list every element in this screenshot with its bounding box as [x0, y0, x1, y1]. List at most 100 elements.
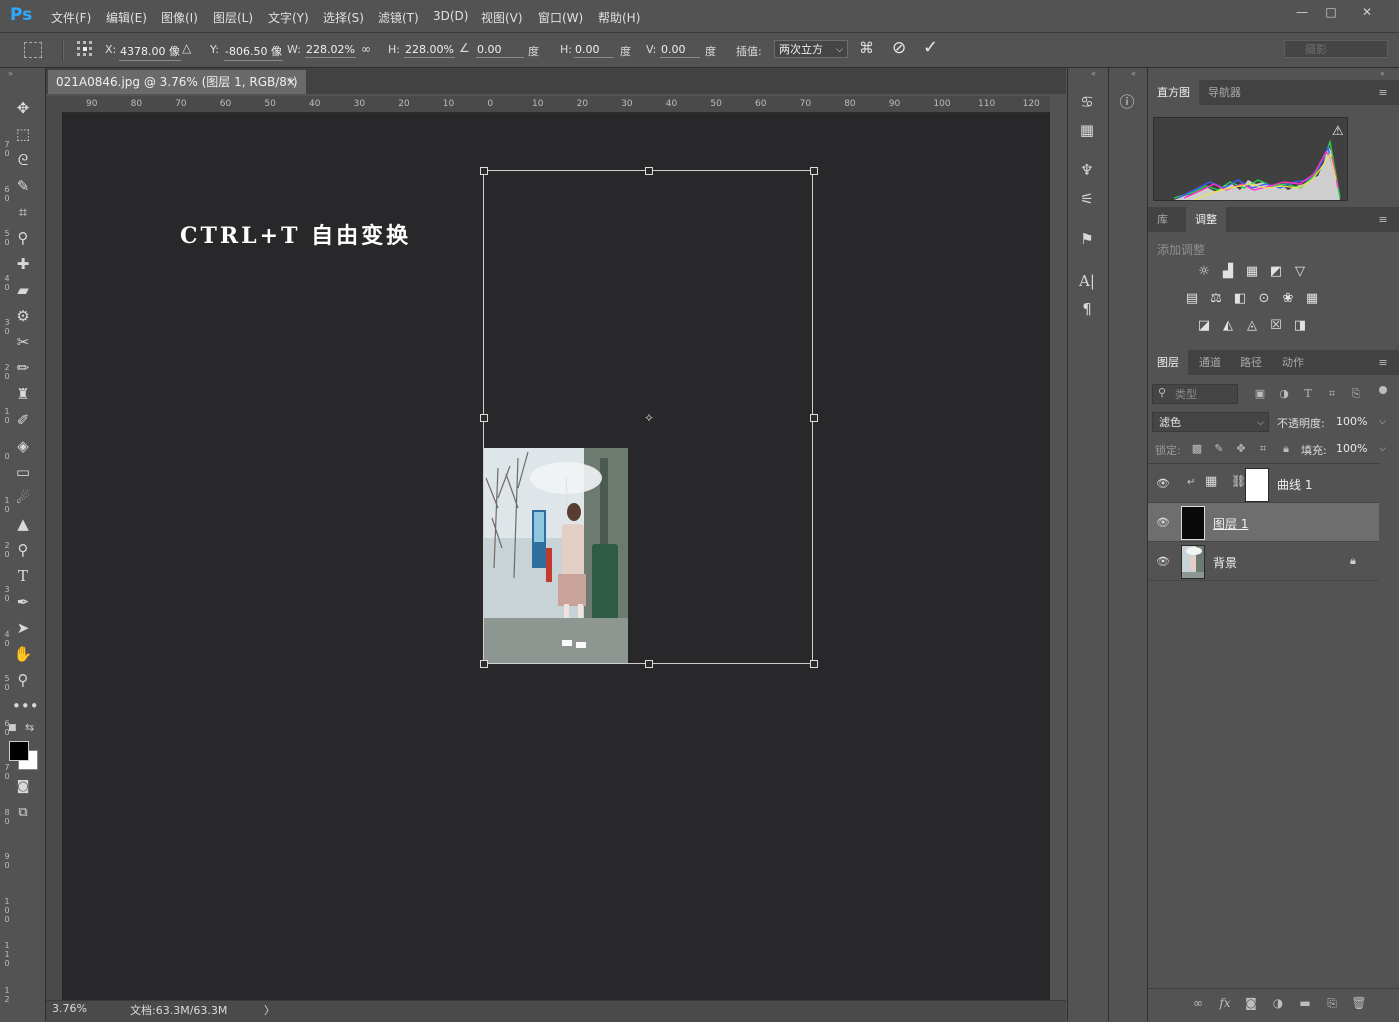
- clone-stamp-tool-icon[interactable]: ♜: [12, 383, 34, 405]
- healing-tool-icon[interactable]: ✚: [12, 253, 34, 275]
- document-tab[interactable]: 021A0846.jpg @ 3.76% (图层 1, RGB/8*) * ×: [48, 70, 306, 113]
- link-icon[interactable]: ∞: [361, 42, 371, 56]
- clone-source-icon[interactable]: ⚑: [1075, 228, 1099, 250]
- transform-handle-left[interactable]: [480, 414, 488, 422]
- add-mask-icon[interactable]: ◙: [1242, 995, 1260, 1011]
- transform-center-icon[interactable]: ✧: [643, 412, 655, 424]
- filter-adjustment-icon[interactable]: ◑: [1275, 386, 1293, 402]
- transform-handle-top-left[interactable]: [480, 167, 488, 175]
- minimize-button[interactable]: —: [1291, 4, 1313, 20]
- visibility-eye-icon[interactable]: 👁︎: [1155, 515, 1171, 531]
- collapse-toolbar-icon[interactable]: »: [8, 69, 13, 78]
- status-menu-icon[interactable]: 〉: [264, 1002, 275, 1018]
- filter-pixel-icon[interactable]: ▣: [1251, 386, 1269, 402]
- color-balance-icon[interactable]: ⚖: [1207, 291, 1225, 307]
- layer-mask-thumbnail[interactable]: [1245, 468, 1269, 502]
- menu-filter[interactable]: 滤镜(T): [378, 9, 419, 26]
- vskew-field[interactable]: 0.00: [660, 43, 700, 58]
- interpolation-select[interactable]: 两次立方 ⌵: [774, 40, 848, 58]
- eraser-tool-icon[interactable]: ◈: [12, 435, 34, 457]
- hskew-field[interactable]: 0.00: [574, 43, 614, 58]
- visibility-eye-icon[interactable]: 👁︎: [1155, 476, 1171, 492]
- threshold-icon[interactable]: ◬: [1243, 318, 1261, 334]
- zoom-level[interactable]: 3.76%: [52, 1002, 87, 1015]
- w-field[interactable]: 228.02%: [305, 43, 356, 58]
- dodge-tool-icon[interactable]: ⚲: [12, 539, 34, 561]
- y-field[interactable]: -806.50 像: [224, 43, 283, 61]
- lasso-tool-icon[interactable]: ᘓ: [12, 149, 34, 171]
- collapse-dock-2-icon[interactable]: «: [1131, 69, 1136, 78]
- link-layers-icon[interactable]: ∞: [1189, 995, 1207, 1011]
- lock-artboard-icon[interactable]: ⌗: [1254, 441, 1272, 457]
- hand-tool-icon[interactable]: ✋: [12, 643, 34, 665]
- tab-histogram[interactable]: 直方图: [1148, 80, 1199, 105]
- color-panel-icon[interactable]: ♋: [1075, 91, 1099, 113]
- photo-filter-icon[interactable]: ⊙: [1255, 291, 1273, 307]
- menu-select[interactable]: 选择(S): [323, 9, 364, 26]
- marquee-tool-icon[interactable]: ⬚: [12, 123, 34, 145]
- tab-navigator[interactable]: 导航器: [1199, 80, 1250, 105]
- paint-brush-tool-icon[interactable]: ✏: [12, 357, 34, 379]
- layers-menu-icon[interactable]: ≡: [1376, 357, 1390, 368]
- layer-name[interactable]: 曲线 1: [1277, 476, 1312, 493]
- quick-select-tool-icon[interactable]: ✎: [12, 175, 34, 197]
- tab-adjustments[interactable]: 调整: [1186, 207, 1226, 232]
- new-adjustment-icon[interactable]: ◑: [1269, 995, 1287, 1011]
- swatches-panel-icon[interactable]: ▦: [1075, 119, 1099, 141]
- history-brush-tool-icon[interactable]: ✂: [12, 331, 34, 353]
- histogram-menu-icon[interactable]: ≡: [1376, 87, 1390, 98]
- adjustments-menu-icon[interactable]: ≡: [1376, 214, 1390, 225]
- warp-icon[interactable]: ⌘: [859, 39, 874, 57]
- transform-handle-right[interactable]: [810, 414, 818, 422]
- transform-handle-bottom-right[interactable]: [810, 660, 818, 668]
- tab-layers[interactable]: 图层: [1148, 350, 1188, 375]
- reference-point-icon[interactable]: [76, 40, 94, 58]
- layer-name[interactable]: 图层 1: [1213, 515, 1248, 532]
- sharpen-tool-icon[interactable]: ▲: [12, 513, 34, 535]
- tab-paths[interactable]: 路径: [1231, 350, 1271, 375]
- angle-field[interactable]: 0.00: [476, 43, 524, 58]
- character-panel-icon[interactable]: A|: [1075, 270, 1099, 292]
- mask-link-icon[interactable]: ⛓: [1231, 474, 1246, 488]
- transform-handle-top[interactable]: [645, 167, 653, 175]
- move-tool-icon[interactable]: ✥: [12, 97, 34, 119]
- tab-actions[interactable]: 动作: [1273, 350, 1313, 375]
- filter-toggle-icon[interactable]: [1379, 386, 1387, 394]
- vertical-ruler[interactable]: [46, 112, 63, 1000]
- menu-edit[interactable]: 编辑(E): [106, 9, 147, 26]
- x-field[interactable]: 4378.00 像: [119, 43, 181, 61]
- tab-channels[interactable]: 通道: [1190, 350, 1230, 375]
- new-layer-icon[interactable]: ⎘: [1323, 995, 1341, 1011]
- transform-handle-bottom[interactable]: [645, 660, 653, 668]
- art-history-tool-icon[interactable]: ✐: [12, 409, 34, 431]
- hue-saturation-icon[interactable]: ▤: [1183, 291, 1201, 307]
- new-group-icon[interactable]: ▬: [1296, 995, 1314, 1011]
- layer-thumbnail[interactable]: [1181, 545, 1205, 579]
- close-window-button[interactable]: ✕: [1356, 4, 1378, 20]
- blend-mode-select[interactable]: 滤色 ⌵: [1152, 412, 1269, 432]
- screen-mode-icon[interactable]: ⧉: [12, 802, 34, 824]
- lock-pixels-icon[interactable]: ✎: [1210, 441, 1228, 457]
- transform-handle-top-right[interactable]: [810, 167, 818, 175]
- posterize-icon[interactable]: ◭: [1219, 318, 1237, 334]
- delete-layer-icon[interactable]: 🗑︎: [1350, 995, 1368, 1011]
- selective-color-icon[interactable]: ☒: [1267, 318, 1285, 334]
- black-white-icon[interactable]: ◧: [1231, 291, 1249, 307]
- levels-adjust-icon[interactable]: ▟: [1219, 264, 1237, 280]
- type-tool-icon[interactable]: T: [12, 565, 34, 587]
- lock-position-icon[interactable]: ✥: [1232, 441, 1250, 457]
- brush-panel-icon[interactable]: ♆: [1075, 159, 1099, 181]
- filter-shape-icon[interactable]: ⌗: [1323, 386, 1341, 402]
- commit-transform-icon[interactable]: ✓: [923, 37, 938, 58]
- info-panel-icon[interactable]: ⓘ: [1115, 91, 1139, 113]
- menu-window[interactable]: 窗口(W): [538, 9, 583, 26]
- curves-adjust-icon[interactable]: ▦: [1243, 264, 1261, 280]
- brush-tool-icon[interactable]: ▰: [12, 279, 34, 301]
- close-tab-icon[interactable]: ×: [286, 70, 296, 94]
- menu-image[interactable]: 图像(I): [161, 9, 198, 26]
- zoom-tool-icon[interactable]: ⚲: [12, 669, 34, 691]
- brightness-adjust-icon[interactable]: ☼: [1195, 264, 1213, 280]
- maximize-button[interactable]: □: [1320, 4, 1342, 20]
- layer-name[interactable]: 背景: [1213, 554, 1237, 571]
- brush-settings-icon[interactable]: ⚟: [1075, 188, 1099, 210]
